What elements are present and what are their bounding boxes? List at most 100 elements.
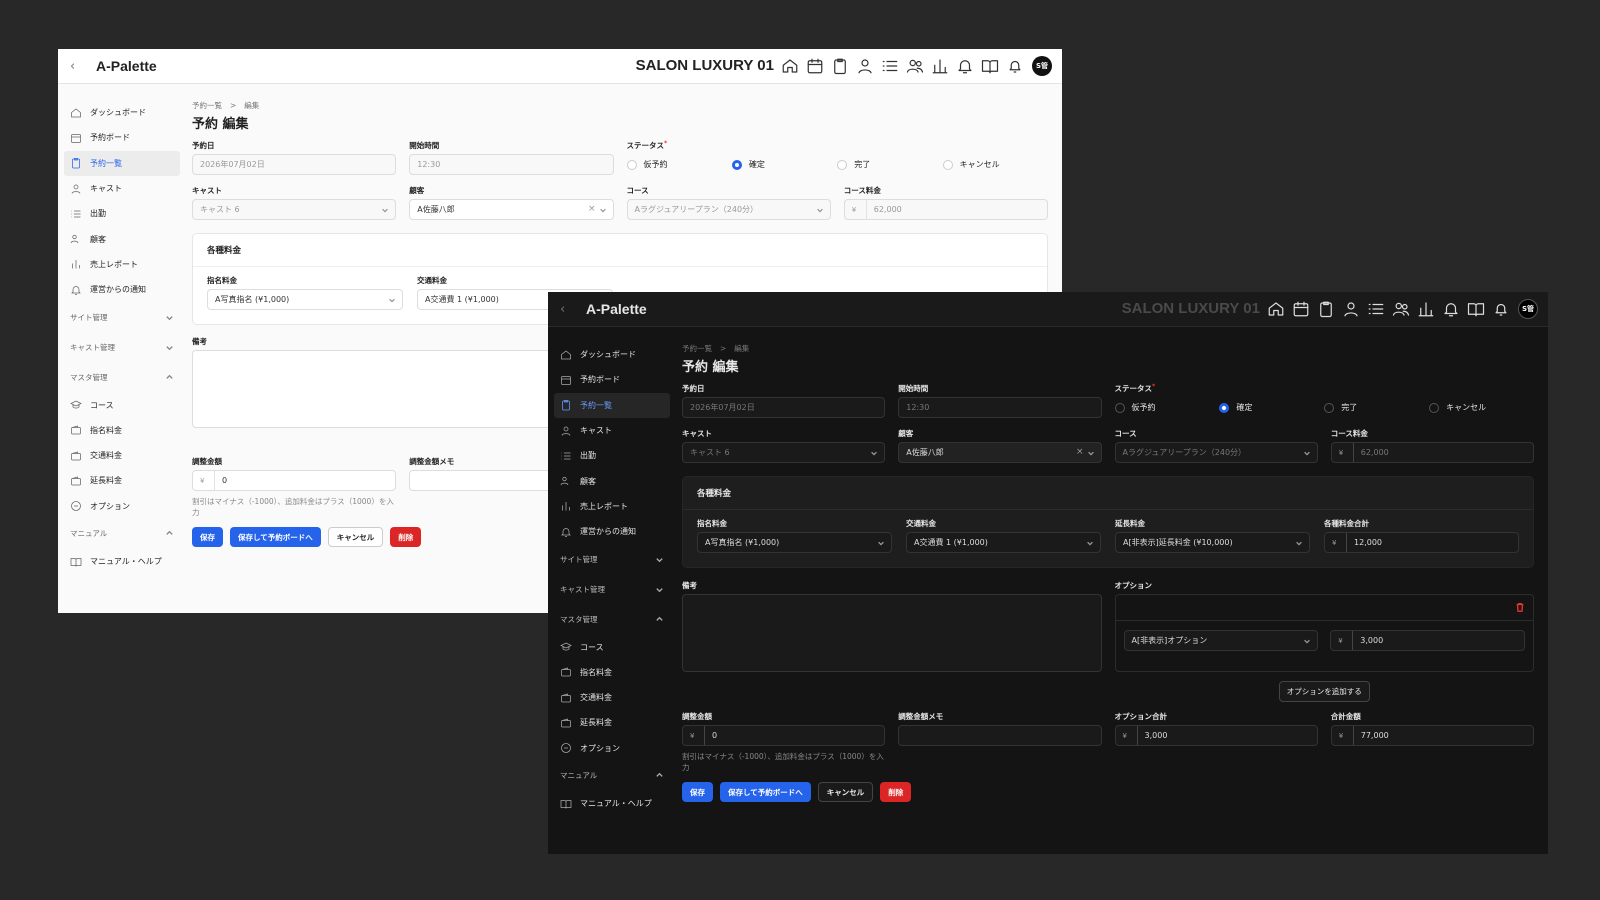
sidebar-item-reservation-list[interactable]: 予約一覧 — [554, 392, 670, 418]
users-icon[interactable] — [906, 57, 924, 75]
sidebar-item-manual-help[interactable]: マニュアル・ヘルプ — [554, 791, 670, 816]
grand-total-field[interactable]: ¥77,000 — [1330, 725, 1534, 746]
cancel-button[interactable]: キャンセル — [817, 782, 874, 802]
sidebar-section-manual[interactable]: マニュアル — [554, 761, 670, 791]
option-price-field[interactable]: ¥3,000 — [1330, 630, 1525, 651]
sidebar-section-master[interactable]: マスタ管理 — [554, 604, 670, 634]
notification-bell-icon[interactable] — [1492, 300, 1510, 318]
trash-icon[interactable] — [1515, 602, 1525, 612]
status-radio-tentative[interactable]: 仮予約 — [626, 159, 732, 170]
course-select[interactable]: Aラグジュアリープラン（240分） — [626, 199, 831, 220]
app-logo[interactable]: A-Palette — [96, 58, 157, 74]
sidebar-item-sales-report[interactable]: 売上レポート — [64, 252, 180, 277]
save-and-board-button[interactable]: 保存して予約ボードへ — [230, 527, 321, 547]
sidebar-section-master[interactable]: マスタ管理 — [64, 362, 180, 392]
sidebar-section-manual[interactable]: マニュアル — [64, 519, 180, 549]
option-select[interactable]: A[非表示]オプション — [1123, 630, 1319, 651]
sidebar-item-transport-fee[interactable]: 交通料金 — [554, 685, 670, 710]
back-icon[interactable]: ‹ — [560, 302, 574, 317]
date-field[interactable]: 2026年07月02日 — [682, 397, 886, 418]
bell-icon[interactable] — [1442, 300, 1460, 318]
sidebar-item-notices[interactable]: 運営からの通知 — [64, 277, 180, 302]
breadcrumb-parent[interactable]: 予約一覧 — [682, 344, 712, 353]
avatar[interactable]: S管 — [1518, 299, 1538, 319]
add-option-button[interactable]: オプションを追加する — [1278, 681, 1370, 702]
sidebar-item-reservation-board[interactable]: 予約ボード — [64, 125, 180, 150]
sidebar-section-cast[interactable]: キャスト管理 — [554, 574, 670, 604]
adjust-memo-field[interactable] — [898, 725, 1102, 746]
sidebar-item-reservation-board[interactable]: 予約ボード — [554, 367, 670, 392]
breadcrumb-parent[interactable]: 予約一覧 — [192, 101, 222, 110]
course-fee-field[interactable]: ¥62,000 — [1330, 442, 1534, 463]
adjust-field[interactable]: ¥0 — [682, 725, 886, 746]
clear-icon[interactable]: × — [588, 204, 596, 214]
sidebar-section-site[interactable]: サイト管理 — [554, 544, 670, 574]
user-icon[interactable] — [856, 57, 874, 75]
sidebar-item-option[interactable]: オプション — [64, 494, 180, 519]
sidebar-item-customers[interactable]: 顧客 — [554, 468, 670, 493]
date-field[interactable]: 2026年07月02日 — [192, 154, 397, 175]
clear-icon[interactable]: × — [1076, 447, 1084, 457]
calendar-icon[interactable] — [806, 57, 824, 75]
sidebar-item-notices[interactable]: 運営からの通知 — [554, 519, 670, 544]
home-icon[interactable] — [781, 57, 799, 75]
time-field[interactable]: 12:30 — [898, 397, 1102, 418]
adjust-field[interactable]: ¥0 — [192, 470, 397, 491]
customer-select[interactable]: A佐藤八郎 × — [898, 442, 1102, 463]
sidebar-item-cast[interactable]: キャスト — [64, 176, 180, 201]
status-radio-confirmed[interactable]: 確定 — [731, 159, 837, 170]
sidebar-item-dashboard[interactable]: ダッシュボード — [554, 342, 670, 367]
notification-bell-icon[interactable] — [1006, 57, 1024, 75]
sidebar-section-cast[interactable]: キャスト管理 — [64, 332, 180, 362]
sidebar-item-cast[interactable]: キャスト — [554, 418, 670, 443]
book-icon[interactable] — [1467, 300, 1485, 318]
bar-chart-icon[interactable] — [1417, 300, 1435, 318]
cancel-button[interactable]: キャンセル — [327, 527, 384, 547]
status-radio-completed[interactable]: 完了 — [837, 159, 942, 170]
back-icon[interactable]: ‹ — [70, 59, 84, 74]
sidebar-item-nomination-fee[interactable]: 指名料金 — [554, 660, 670, 685]
status-radio-confirmed[interactable]: 確定 — [1219, 402, 1324, 413]
transport-fee-select[interactable]: A交通費 1 (¥1,000) — [906, 532, 1101, 553]
fees-total-field[interactable]: ¥12,000 — [1324, 532, 1519, 553]
clipboard-icon[interactable] — [831, 57, 849, 75]
customer-select[interactable]: A佐藤八郎 × — [409, 199, 614, 220]
course-fee-field[interactable]: ¥62,000 — [843, 199, 1048, 220]
sidebar-item-course[interactable]: コース — [64, 392, 180, 417]
delete-button[interactable]: 削除 — [390, 527, 422, 547]
sidebar-item-sales-report[interactable]: 売上レポート — [554, 494, 670, 519]
sidebar-item-manual-help[interactable]: マニュアル・ヘルプ — [64, 549, 180, 574]
bar-chart-icon[interactable] — [931, 57, 949, 75]
save-button[interactable]: 保存 — [682, 782, 713, 802]
save-and-board-button[interactable]: 保存して予約ボードへ — [720, 782, 811, 802]
course-select[interactable]: Aラグジュアリープラン（240分） — [1114, 442, 1318, 463]
status-radio-cancel[interactable]: キャンセル — [942, 159, 1048, 170]
sidebar-item-course[interactable]: コース — [554, 634, 670, 659]
sidebar-item-option[interactable]: オプション — [554, 736, 670, 761]
book-icon[interactable] — [981, 57, 999, 75]
time-field[interactable]: 12:30 — [409, 154, 614, 175]
sidebar-item-attendance[interactable]: 出勤 — [64, 201, 180, 226]
users-icon[interactable] — [1392, 300, 1410, 318]
sidebar-item-customers[interactable]: 顧客 — [64, 226, 180, 251]
sidebar-item-transport-fee[interactable]: 交通料金 — [64, 443, 180, 468]
status-radio-cancel[interactable]: キャンセル — [1429, 402, 1534, 413]
cast-select[interactable]: キャスト 6 — [192, 199, 397, 220]
sidebar-item-dashboard[interactable]: ダッシュボード — [64, 100, 180, 125]
list-icon[interactable] — [881, 57, 899, 75]
sidebar-item-nomination-fee[interactable]: 指名料金 — [64, 418, 180, 443]
nomination-fee-select[interactable]: A写真指名 (¥1,000) — [207, 289, 403, 310]
extension-fee-select[interactable]: A[非表示]延長料金 (¥10,000) — [1115, 532, 1310, 553]
delete-button[interactable]: 削除 — [880, 782, 912, 802]
notes-textarea[interactable] — [682, 594, 1102, 672]
calendar-icon[interactable] — [1292, 300, 1310, 318]
option-total-field[interactable]: ¥3,000 — [1114, 725, 1318, 746]
cast-select[interactable]: キャスト 6 — [682, 442, 886, 463]
avatar[interactable]: S管 — [1032, 56, 1052, 76]
sidebar-item-reservation-list[interactable]: 予約一覧 — [64, 150, 180, 176]
status-radio-completed[interactable]: 完了 — [1324, 402, 1429, 413]
bell-icon[interactable] — [956, 57, 974, 75]
nomination-fee-select[interactable]: A写真指名 (¥1,000) — [697, 532, 892, 553]
sidebar-section-site[interactable]: サイト管理 — [64, 302, 180, 332]
sidebar-item-attendance[interactable]: 出勤 — [554, 443, 670, 468]
